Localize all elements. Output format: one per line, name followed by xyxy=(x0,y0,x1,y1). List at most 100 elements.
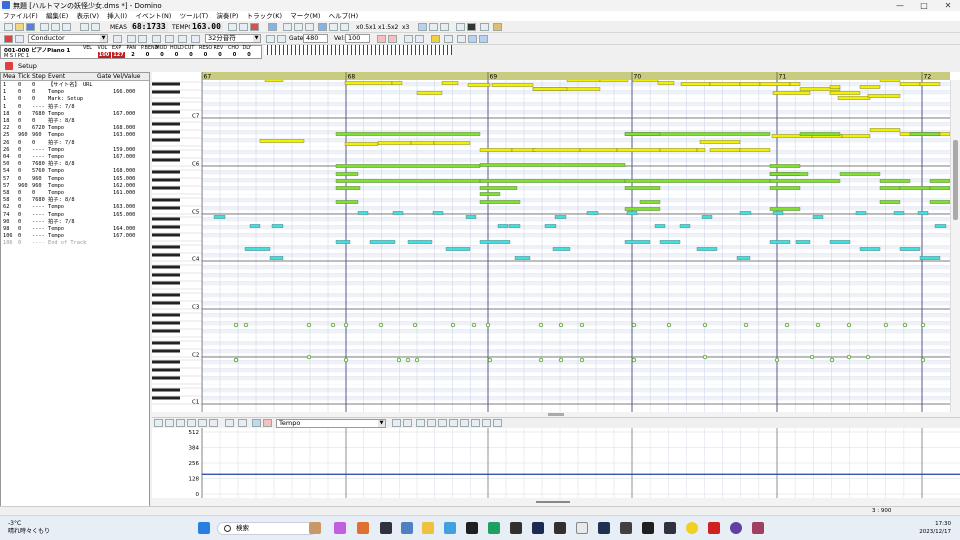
event-row[interactable]: 106 0 ---- Tempo 167.000 xyxy=(1,233,149,240)
close-button[interactable]: ✕ xyxy=(936,0,960,11)
ctl-bulk-icon[interactable] xyxy=(392,419,401,427)
metronome-icon[interactable] xyxy=(250,23,259,31)
app-icon-2[interactable] xyxy=(334,522,346,534)
app-icon-14[interactable] xyxy=(664,522,676,534)
mixer-val-cho[interactable]: 0 xyxy=(228,52,241,58)
menu-edit[interactable]: 編集(E) xyxy=(43,11,71,21)
app-icon-11[interactable] xyxy=(598,522,610,534)
speed-x3-button[interactable]: x3 xyxy=(402,23,409,32)
mixer-icon[interactable] xyxy=(467,23,476,31)
grid-icon[interactable] xyxy=(480,23,489,31)
app-icon-12[interactable] xyxy=(620,522,632,534)
floppy-icon[interactable] xyxy=(113,35,122,43)
stop-icon[interactable] xyxy=(329,23,338,31)
app-icon-3[interactable] xyxy=(357,522,369,534)
piano-roll[interactable]: C7 C6 C5 C4 C3 C2 C1 xyxy=(152,80,960,412)
minimize-button[interactable]: — xyxy=(888,0,912,11)
weather-widget[interactable]: -3°C 晴れ時々くもり xyxy=(8,520,50,536)
speed-x1.5-button[interactable]: x1.5 xyxy=(378,23,391,32)
new-file-icon[interactable] xyxy=(4,23,13,31)
gate-input[interactable]: 480 xyxy=(303,34,328,43)
ctl-random-icon[interactable] xyxy=(209,419,218,427)
app-icon-10[interactable] xyxy=(576,522,588,534)
menu-mark[interactable]: マーク(M) xyxy=(287,11,323,21)
controller-pane[interactable]: 512 384 256 128 0 xyxy=(152,428,960,498)
menu-file[interactable]: ファイル(F) xyxy=(0,11,41,21)
ctl-arrow-icon[interactable] xyxy=(427,419,436,427)
vertical-scrollbar[interactable] xyxy=(950,80,960,412)
start-icon[interactable] xyxy=(198,522,210,534)
menu-tools[interactable]: ツール(T) xyxy=(177,11,212,21)
ctl-pencil-icon[interactable] xyxy=(154,419,163,427)
settings-icon[interactable] xyxy=(401,522,413,534)
app-icon-9[interactable] xyxy=(554,522,566,534)
speed-x2-button[interactable]: x2 xyxy=(391,23,398,32)
event-row[interactable]: 54 0 5760 Tempo 168.000 xyxy=(1,168,149,175)
event-row[interactable]: 58 0 0 Tempo 161.000 xyxy=(1,190,149,197)
mixer-val-cut[interactable]: 0 xyxy=(185,52,198,58)
app-icon-17[interactable] xyxy=(730,522,742,534)
event-row[interactable]: 74 0 ---- Tempo 165.000 xyxy=(1,212,149,219)
mixer-val-exp[interactable]: 127 xyxy=(112,52,125,58)
event-row[interactable]: 90 0 ---- 拍子: 7/8 xyxy=(1,219,149,226)
vertical-scroll-thumb[interactable] xyxy=(953,140,958,220)
track-select[interactable]: Conductor ▼ xyxy=(28,34,108,43)
h-scroll-thumb[interactable] xyxy=(548,413,564,416)
app-icon-1[interactable] xyxy=(309,522,321,534)
col-gate[interactable]: Gate xyxy=(97,73,111,81)
menu-help[interactable]: ヘルプ(H) xyxy=(326,11,361,21)
menu-event[interactable]: イベント(N) xyxy=(132,11,174,21)
open-folder-icon[interactable] xyxy=(15,23,24,31)
undo-icon[interactable] xyxy=(80,23,89,31)
col-step[interactable]: Step xyxy=(32,73,46,81)
ctl-table-icon[interactable] xyxy=(471,419,480,427)
ctl-bar-icon[interactable] xyxy=(438,419,447,427)
col-mea[interactable]: Mea xyxy=(3,73,16,81)
speed-x0.5-button[interactable]: x0.5 xyxy=(356,23,369,32)
dot-icon[interactable] xyxy=(277,35,286,43)
event-row[interactable]: 57 0 960 Tempo 165.000 xyxy=(1,176,149,183)
ctl-wave-icon[interactable] xyxy=(416,419,425,427)
play-from-start-icon[interactable] xyxy=(340,23,349,31)
copy-icon[interactable] xyxy=(51,23,60,31)
app-icon-18[interactable] xyxy=(752,522,764,534)
previous-mark-icon[interactable] xyxy=(305,23,314,31)
settings-wrench-icon[interactable] xyxy=(493,23,502,31)
ctl-curve2-icon[interactable] xyxy=(187,419,196,427)
track-list-icon[interactable] xyxy=(456,23,465,31)
app-icon-13[interactable] xyxy=(642,522,654,534)
event-row[interactable]: 18 0 0 拍子: 8/8 xyxy=(1,118,149,125)
mini-keyboard[interactable] xyxy=(264,45,452,55)
app-icon-16[interactable] xyxy=(708,522,720,534)
app-icon-6[interactable] xyxy=(466,522,478,534)
app-icon-7[interactable] xyxy=(488,522,500,534)
cut-icon[interactable] xyxy=(40,23,49,31)
ctl-curve-icon[interactable] xyxy=(176,419,185,427)
mixer-val-mod[interactable]: 0 xyxy=(156,52,169,58)
event-row[interactable]: 22 0 6720 Tempo 168.000 xyxy=(1,125,149,132)
playhead-icon[interactable] xyxy=(468,35,477,43)
event-row[interactable]: 25 960 960 Tempo 163.000 xyxy=(1,132,149,139)
view-piano-roll-icon[interactable] xyxy=(418,23,427,31)
prev-track-icon[interactable] xyxy=(127,35,136,43)
triplet-icon[interactable] xyxy=(266,35,275,43)
app-icon-5[interactable] xyxy=(444,522,456,534)
mixer-val-vol[interactable]: 100 xyxy=(97,52,111,58)
note-length-select[interactable]: 32分音符 ▼ xyxy=(205,34,261,43)
save-icon[interactable] xyxy=(26,23,35,31)
pencil-tool-icon[interactable] xyxy=(15,35,24,43)
loop-icon[interactable] xyxy=(239,23,248,31)
mixer-val-dly[interactable]: 0 xyxy=(243,52,256,58)
fast-forward-icon[interactable] xyxy=(294,23,303,31)
zoom-in-icon[interactable] xyxy=(377,35,386,43)
menu-insert[interactable]: 挿入(I) xyxy=(104,11,130,21)
record-icon[interactable] xyxy=(228,23,237,31)
view-list-icon[interactable] xyxy=(429,23,438,31)
setup-tab[interactable]: Setup xyxy=(0,61,150,71)
track-icon[interactable] xyxy=(4,35,13,43)
vertical-zoom-out-icon[interactable] xyxy=(415,35,424,43)
event-list[interactable]: Mea Tick Step Event Gate Vel/Value 1 0 0 【サ… xyxy=(0,72,150,510)
rewind-icon[interactable] xyxy=(283,23,292,31)
col-value[interactable]: Vel/Value xyxy=(113,73,141,81)
ctl-grid-icon[interactable] xyxy=(482,419,491,427)
